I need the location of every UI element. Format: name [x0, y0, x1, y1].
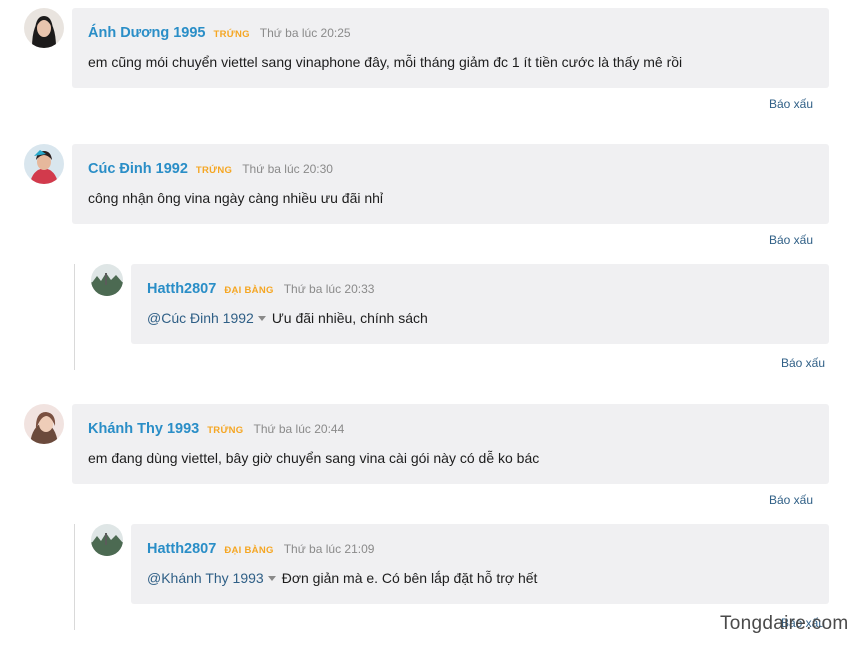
reply-bubble: Hatth2807 ĐẠI BÀNG Thứ ba lúc 21:09 @Khá… — [131, 524, 829, 604]
rank-badge: ĐẠI BÀNG — [224, 285, 274, 296]
timestamp[interactable]: Thứ ba lúc 20:30 — [242, 162, 333, 176]
comment-text: công nhận ông vina ngày càng nhiều ưu đã… — [88, 190, 384, 206]
timestamp[interactable]: Thứ ba lúc 20:33 — [284, 282, 375, 296]
comment-bubble: Khánh Thy 1993 TRỨNG Thứ ba lúc 20:44 em… — [72, 404, 829, 484]
mention-link[interactable]: @Cúc Đinh 1992 — [147, 310, 254, 326]
author-name[interactable]: Cúc Đinh 1992 — [88, 161, 188, 177]
reply-thread-line — [74, 524, 75, 630]
author-name[interactable]: Ánh Dương 1995 — [88, 25, 206, 41]
landscape-avatar-icon — [91, 264, 123, 296]
reply-bubble: Hatth2807 ĐẠI BÀNG Thứ ba lúc 20:33 @Cúc… — [131, 264, 829, 344]
reply-thread-line — [74, 264, 75, 370]
report-link[interactable]: Báo xấu — [769, 493, 813, 507]
timestamp[interactable]: Thứ ba lúc 20:44 — [254, 422, 345, 436]
site-watermark: Tongdaire.com — [720, 613, 849, 634]
timestamp[interactable]: Thứ ba lúc 21:09 — [284, 542, 375, 556]
user-avatar[interactable] — [24, 8, 64, 48]
report-link[interactable]: Báo xấu — [769, 233, 813, 247]
mention-link[interactable]: @Khánh Thy 1993 — [147, 570, 264, 586]
reply-text: @Cúc Đinh 1992 Ưu đãi nhiều, chính sách — [147, 310, 428, 326]
rank-badge: TRỨNG — [207, 425, 244, 436]
author-name[interactable]: Hatth2807 — [147, 541, 216, 557]
comment-text: em đang dùng viettel, bây giờ chuyển san… — [88, 450, 540, 466]
user-photo-avatar-icon — [24, 144, 64, 184]
author-name[interactable]: Khánh Thy 1993 — [88, 421, 199, 437]
rank-badge: TRỨNG — [213, 29, 250, 40]
comment-text: em cũng mói chuyển viettel sang vinaphon… — [88, 54, 683, 70]
timestamp[interactable]: Thứ ba lúc 20:25 — [260, 26, 351, 40]
comment-bubble: Ánh Dương 1995 TRỨNG Thứ ba lúc 20:25 em… — [72, 8, 829, 88]
user-avatar[interactable] — [91, 524, 123, 556]
user-avatar[interactable] — [24, 144, 64, 184]
comment-bubble: Cúc Đinh 1992 TRỨNG Thứ ba lúc 20:30 côn… — [72, 144, 829, 224]
user-avatar[interactable] — [91, 264, 123, 296]
user-photo-avatar-icon — [24, 404, 64, 444]
chevron-down-icon[interactable] — [267, 575, 276, 581]
report-link[interactable]: Báo xấu — [769, 97, 813, 111]
reply-body: Ưu đãi nhiều, chính sách — [271, 310, 428, 326]
reply-body: Đơn giản mà e. Có bên lắp đặt hỗ trợ hết — [281, 570, 538, 586]
rank-badge: ĐẠI BÀNG — [224, 545, 274, 556]
author-name[interactable]: Hatth2807 — [147, 281, 216, 297]
landscape-avatar-icon — [91, 524, 123, 556]
report-link[interactable]: Báo xấu — [781, 356, 825, 370]
reply-text: @Khánh Thy 1993 Đơn giản mà e. Có bên lắp… — [147, 570, 537, 586]
rank-badge: TRỨNG — [195, 165, 233, 176]
user-photo-avatar-icon — [24, 8, 64, 48]
chevron-down-icon[interactable] — [257, 315, 266, 321]
user-avatar[interactable] — [24, 404, 64, 444]
